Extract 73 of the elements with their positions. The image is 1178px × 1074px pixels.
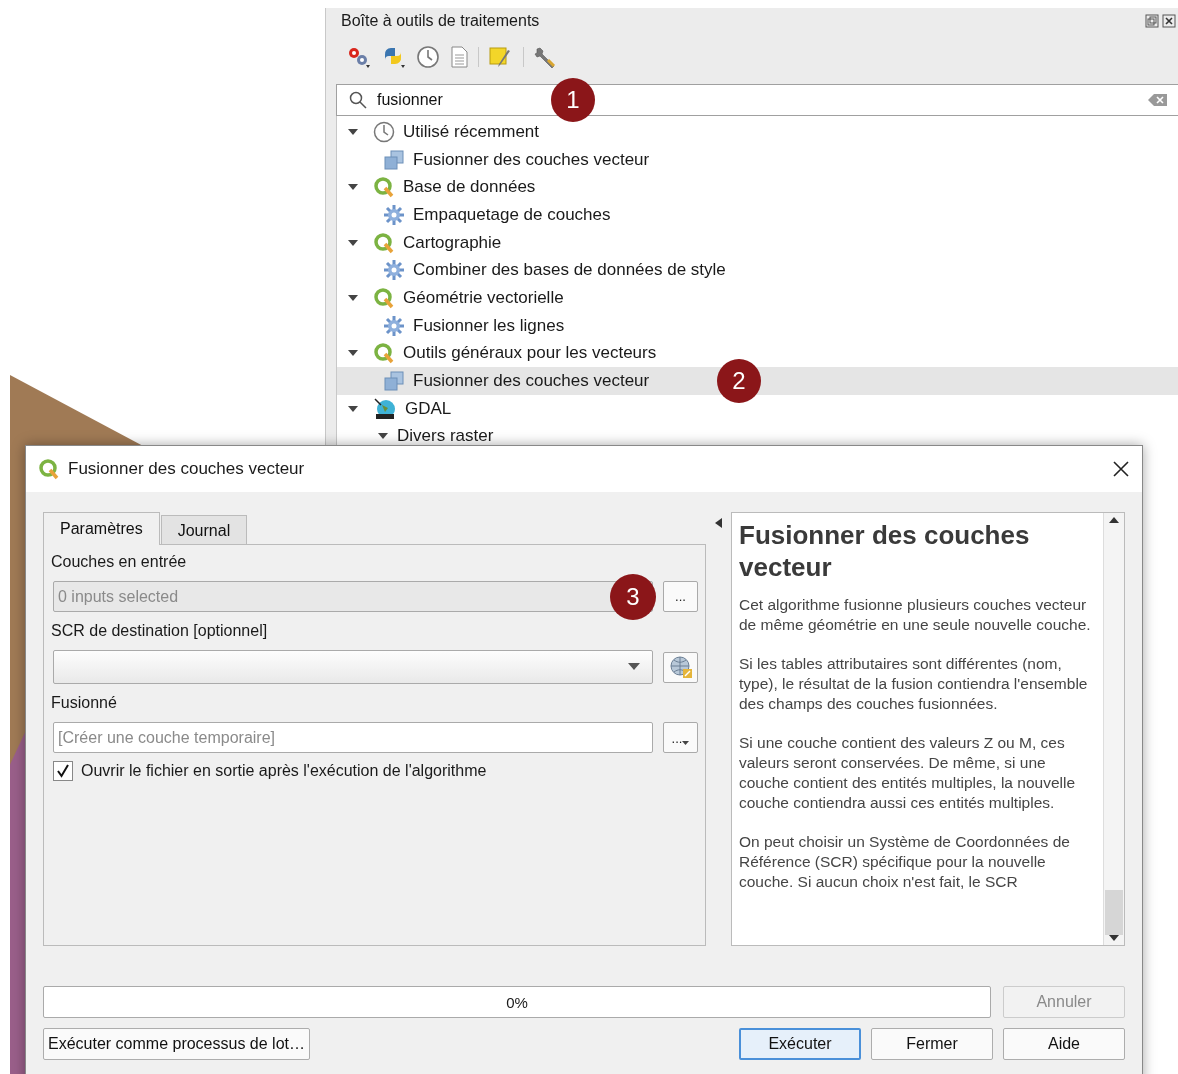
tree-item[interactable]: Empaquetage de couches <box>337 201 1178 229</box>
progress-text: 0% <box>506 993 528 1011</box>
dropdown-caret-icon <box>682 741 690 746</box>
panel-title: Boîte à outils de traitements <box>341 12 541 30</box>
qgis-logo-icon <box>38 458 60 480</box>
dialog-button[interactable]: Aide <box>1003 1028 1125 1060</box>
tree-item-label: Outils généraux pour les vecteurs <box>403 343 657 364</box>
dropdown-caret-icon <box>628 663 640 671</box>
tree-item-label: Divers raster <box>397 426 494 447</box>
tab[interactable]: Paramètres <box>43 512 160 545</box>
browse-button[interactable]: ... <box>663 581 698 612</box>
tree-item-label: Empaquetage de couches <box>413 204 611 225</box>
close-icon[interactable] <box>1112 460 1130 478</box>
search-text: fusionner <box>377 91 443 109</box>
batch-process-button[interactable]: Exécuter comme processus de lot… <box>43 1028 310 1060</box>
tree-item-label: Combiner des bases de données de style <box>413 260 726 281</box>
browse-button[interactable]: ... <box>663 722 698 753</box>
tree-item-label: Cartographie <box>403 232 502 253</box>
scrollbar[interactable] <box>1103 513 1124 945</box>
help-paragraph: Si une couche contient des valeurs Z ou M, ces valeurs seront conservées. De même, si une couche contient des entités multiples, la nouvelle couche contiendra aussi ces entités multiples. <box>739 733 1077 813</box>
collapse-arrow-icon[interactable] <box>715 518 722 528</box>
help-paragraph: Cet algorithme fusionne plusieurs couches vecteur de même géométrie en une seule nouvelle couche. <box>739 595 1092 635</box>
gear-icon <box>383 259 405 282</box>
float-icon[interactable] <box>1145 14 1159 28</box>
gears-icon[interactable] <box>346 45 372 69</box>
qgis-logo-icon <box>373 231 395 254</box>
field-label: Fusionné <box>51 694 118 713</box>
tree-item-label: Utilisé récemment <box>403 121 540 142</box>
clock-icon <box>373 120 395 143</box>
globe-icon <box>373 396 397 421</box>
tree-item-label: Base de données <box>403 177 536 198</box>
help-title: Fusionner des couches vecteur <box>739 519 1031 583</box>
annotation-badge: 3 <box>610 574 656 620</box>
search-icon <box>349 91 367 109</box>
tree-item-label: Fusionner les lignes <box>413 315 565 336</box>
qgis-logo-icon <box>373 176 395 199</box>
dialog-button[interactable]: Fermer <box>871 1028 993 1060</box>
tree-item[interactable]: Fusionner les lignes <box>337 311 1178 340</box>
tree-item-label: Fusionner des couches vecteur <box>413 371 650 392</box>
crs-select-button[interactable] <box>663 651 698 683</box>
scrollbar-thumb[interactable] <box>1105 890 1123 935</box>
annotation-badge: 2 <box>717 359 761 404</box>
tab[interactable]: Journal <box>160 515 248 544</box>
tree-item[interactable]: Cartographie <box>337 228 1178 257</box>
field-label: SCR de destination [optionnel] <box>51 622 269 641</box>
layers-icon <box>383 370 405 393</box>
help-paragraph: On peut choisir un Système de Coordonnées de Référence (SCR) spécifique pour la nouvelle couche. Si aucun choix n'est fait, le SCR <box>739 832 1071 892</box>
checkbox-label: Ouvrir le fichier en sortie après l'exécution de l'algorithme <box>81 762 487 780</box>
tree-item-label: GDAL <box>405 398 452 419</box>
gear-icon <box>383 314 405 337</box>
dialog-button[interactable]: Exécuter <box>739 1028 861 1060</box>
tree-item[interactable]: Fusionner des couches vecteur <box>337 145 1178 174</box>
clear-icon[interactable] <box>1148 93 1168 107</box>
field-label: Couches en entrée <box>51 553 188 572</box>
scroll-up-icon[interactable] <box>1109 517 1119 523</box>
gear-icon <box>383 203 405 226</box>
tree-item-label: Géométrie vectorielle <box>403 287 564 308</box>
dialog-title: Fusionner des couches vecteur <box>68 459 306 479</box>
globe-pencil-icon <box>668 655 693 679</box>
help-paragraph: Si les tables attributaires sont différentes (nom, type), le résultat de la fusion contiendra l'ensemble des champs des couches fusionnées. <box>739 654 1089 714</box>
tree-item[interactable]: Géométrie vectorielle <box>337 284 1178 312</box>
tree-item[interactable]: Combiner des bases de données de style <box>337 256 1178 285</box>
tree-item[interactable]: Divers raster <box>337 422 1178 451</box>
qgis-logo-icon <box>373 342 395 365</box>
checkbox[interactable] <box>53 761 73 781</box>
field-value: 0 inputs selected <box>58 587 179 606</box>
layers-icon <box>383 148 405 171</box>
output-file-field[interactable]: [Créer une couche temporaire] <box>53 722 653 753</box>
qgis-logo-icon <box>373 286 395 309</box>
clock-icon[interactable] <box>416 45 440 69</box>
close-icon[interactable] <box>1162 14 1176 28</box>
tree-item[interactable]: Base de données <box>337 173 1178 202</box>
tree-item-label: Fusionner des couches vecteur <box>413 149 650 170</box>
